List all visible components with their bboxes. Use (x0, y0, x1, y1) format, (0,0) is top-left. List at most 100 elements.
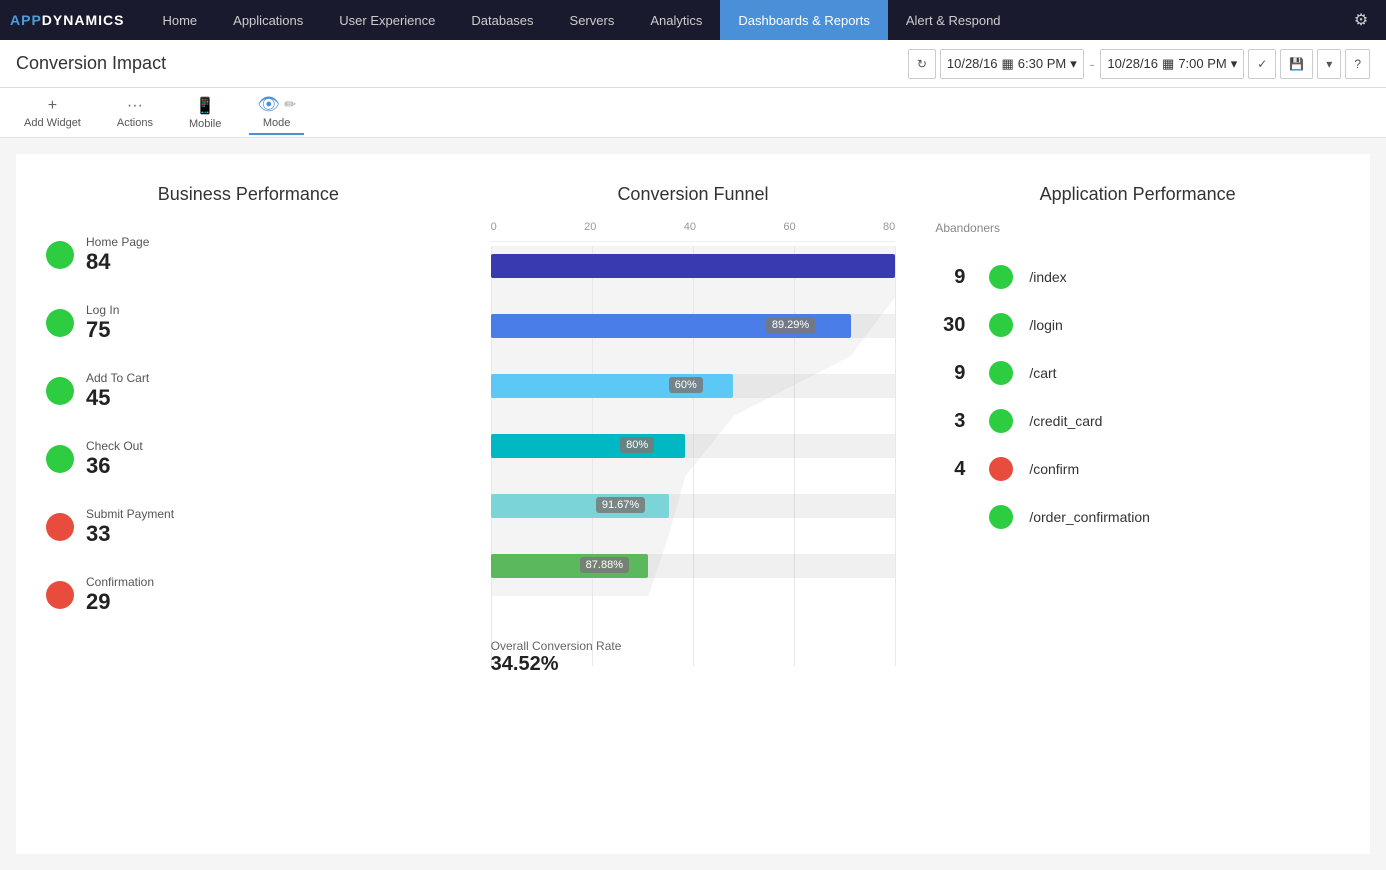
status-dot-cart (989, 361, 1013, 385)
help-button[interactable]: ? (1345, 49, 1370, 79)
ap-row-order-confirm: /order_confirmation (935, 505, 1340, 529)
funnel-row-login: 89.29% (491, 314, 896, 338)
time-dropdown-icon: ▾ (1070, 56, 1077, 72)
actions-button[interactable]: ··· Actions (109, 93, 161, 133)
bar-payment-bg: 91.67% (491, 494, 896, 518)
eye-icon: 👁 (257, 94, 280, 115)
conversion-funnel-title: Conversion Funnel (491, 184, 896, 205)
calendar-icon: ▦ (1001, 56, 1013, 72)
bp-row-login: Log In 75 (46, 303, 451, 343)
logo-dynamics: DYNAMICS (42, 12, 125, 28)
mode-label: Mode (263, 117, 291, 129)
bp-label-checkout: Check Out (86, 439, 143, 453)
abandoners-confirm: 4 (935, 458, 965, 481)
dropdown-button[interactable]: ▾ (1317, 49, 1341, 79)
pct-badge-payment: 91.67% (596, 497, 645, 513)
gridline-100 (895, 246, 896, 666)
nav-alert-respond[interactable]: Alert & Respond (888, 0, 1019, 40)
bp-row-payment: Submit Payment 33 (46, 507, 451, 547)
abandoners-index: 9 (935, 266, 965, 289)
status-dot-confirm (989, 457, 1013, 481)
pct-badge-cart: 60% (669, 377, 703, 393)
funnel-footer: Overall Conversion Rate 34.52% (491, 639, 622, 676)
axis-60: 60 (783, 221, 795, 233)
refresh-button[interactable]: ↻ (908, 49, 936, 79)
overall-rate-label: Overall Conversion Rate (491, 639, 622, 653)
add-widget-label: Add Widget (24, 117, 81, 129)
business-performance-section: Business Performance Home Page 84 Log In… (36, 174, 461, 834)
header-controls: ↻ 10/28/16 ▦ 6:30 PM ▾ - 10/28/16 ▦ 7:00… (908, 49, 1370, 79)
bp-label-homepage: Home Page (86, 235, 149, 249)
bp-row-confirmation: Confirmation 29 (46, 575, 451, 615)
end-date-text: 10/28/16 (1107, 56, 1158, 71)
funnel-row-homepage (491, 254, 896, 278)
mobile-button[interactable]: 📱 Mobile (181, 92, 229, 134)
start-date-text: 10/28/16 (947, 56, 998, 71)
ap-data-rows: 9 /index 30 /login 9 /cart 3 /credit_car… (935, 265, 1340, 529)
ap-name-index: /index (1029, 269, 1066, 285)
bar-checkout (491, 434, 685, 458)
status-dot-green-cart (46, 377, 74, 405)
application-performance-section: Application Performance Abandoners 9 /in… (925, 174, 1350, 834)
bp-info-cart: Add To Cart 45 (86, 371, 149, 411)
bp-value-homepage: 84 (86, 249, 149, 275)
funnel-axis: 0 20 40 60 80 (491, 221, 896, 242)
bp-row-checkout: Check Out 36 (46, 439, 451, 479)
bar-login-bg: 89.29% (491, 314, 896, 338)
mobile-icon: 📱 (195, 96, 215, 116)
bp-value-checkout: 36 (86, 453, 143, 479)
logo-app: APP (10, 12, 42, 28)
funnel-row-payment: 91.67% (491, 494, 896, 518)
business-performance-rows: Home Page 84 Log In 75 Add To Cart 45 (46, 235, 451, 615)
pct-badge-confirm: 87.88% (580, 557, 629, 573)
bar-confirm-bg: 87.88% (491, 554, 896, 578)
calendar-icon-end: ▦ (1162, 56, 1174, 72)
ap-name-order: /order_confirmation (1029, 509, 1150, 525)
ap-row-credit: 3 /credit_card (935, 409, 1340, 433)
bp-label-confirmation: Confirmation (86, 575, 154, 589)
ap-name-cart: /cart (1029, 365, 1056, 381)
abandoners-header-label: Abandoners (935, 221, 1000, 235)
nav-analytics[interactable]: Analytics (632, 0, 720, 40)
bp-label-payment: Submit Payment (86, 507, 174, 521)
funnel-row-cart: 60% (491, 374, 896, 398)
funnel-row-confirmation: 87.88% (491, 554, 896, 578)
bp-value-login: 75 (86, 317, 119, 343)
nav-applications[interactable]: Applications (215, 0, 321, 40)
status-dot-green-login (46, 309, 74, 337)
bp-row-homepage: Home Page 84 (46, 235, 451, 275)
abandoners-credit: 3 (935, 410, 965, 433)
app-logo: APPDYNAMICS (10, 12, 124, 28)
conversion-funnel-section: Conversion Funnel 0 20 40 60 80 (481, 174, 906, 834)
add-widget-button[interactable]: + Add Widget (16, 93, 89, 133)
bar-homepage (491, 254, 896, 278)
status-dot-login (989, 313, 1013, 337)
end-date[interactable]: 10/28/16 ▦ 7:00 PM ▾ (1100, 49, 1244, 79)
nav-databases[interactable]: Databases (453, 0, 551, 40)
axis-0: 0 (491, 221, 497, 233)
axis-80: 80 (883, 221, 895, 233)
save-button[interactable]: 💾 (1280, 49, 1313, 79)
bp-info-homepage: Home Page 84 (86, 235, 149, 275)
pencil-icon: ✏ (284, 96, 296, 113)
ap-row-confirm: 4 /confirm (935, 457, 1340, 481)
settings-icon[interactable]: ⚙ (1346, 5, 1376, 35)
ap-name-login: /login (1029, 317, 1062, 333)
nav-user-experience[interactable]: User Experience (321, 0, 453, 40)
status-dot-order (989, 505, 1013, 529)
ap-row-index: 9 /index (935, 265, 1340, 289)
status-dot-index (989, 265, 1013, 289)
ap-name-credit: /credit_card (1029, 413, 1102, 429)
nav-home[interactable]: Home (144, 0, 215, 40)
checkmark-button[interactable]: ✓ (1248, 49, 1276, 79)
mode-button[interactable]: 👁 ✏ Mode (249, 90, 304, 135)
bar-cart-bg: 60% (491, 374, 896, 398)
start-date[interactable]: 10/28/16 ▦ 6:30 PM ▾ (940, 49, 1084, 79)
nav-dashboards-reports[interactable]: Dashboards & Reports (720, 0, 888, 40)
nav-servers[interactable]: Servers (552, 0, 633, 40)
bp-info-login: Log In 75 (86, 303, 119, 343)
abandoners-login: 30 (935, 314, 965, 337)
status-dot-red-payment (46, 513, 74, 541)
start-time-text: 6:30 PM (1018, 56, 1066, 71)
pct-badge-checkout: 80% (620, 437, 654, 453)
